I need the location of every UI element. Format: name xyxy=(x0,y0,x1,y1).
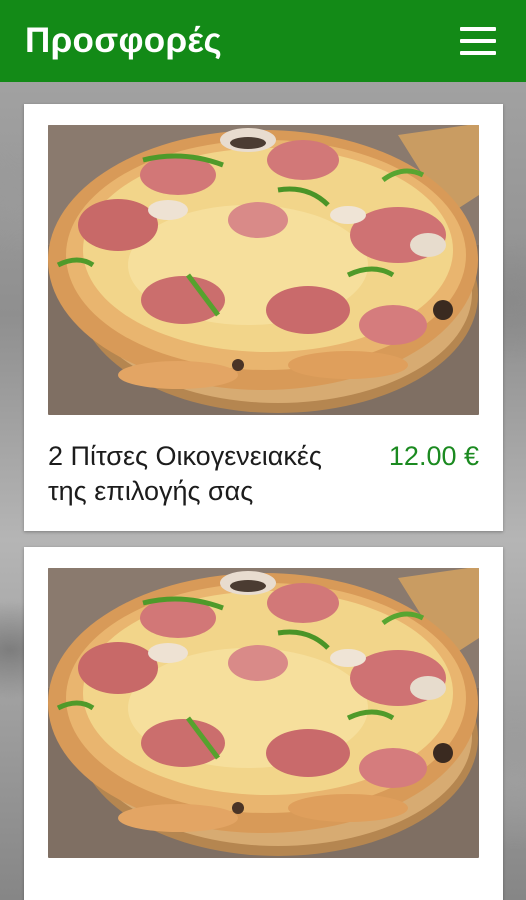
offer-card[interactable] xyxy=(24,547,503,900)
menu-line xyxy=(460,39,496,43)
page-title: Προσφορές xyxy=(25,21,223,60)
menu-line xyxy=(460,27,496,31)
app-bar: Προσφορές xyxy=(0,0,526,82)
offers-list: 2 Πίτσες Οικογενειακές της επιλογής σας … xyxy=(24,104,503,900)
offer-title: 2 Πίτσες Οικογενειακές της επιλογής σας xyxy=(48,441,322,506)
pizza-photo xyxy=(48,125,479,415)
offer-info: 2 Πίτσες Οικογενειακές της επιλογής σας … xyxy=(48,439,479,509)
pizza-photo xyxy=(48,568,479,858)
hamburger-menu-icon[interactable] xyxy=(460,27,496,55)
menu-line xyxy=(460,51,496,55)
offer-price: 12.00 € xyxy=(388,441,479,471)
offer-card[interactable]: 2 Πίτσες Οικογενειακές της επιλογής σας … xyxy=(24,104,503,531)
